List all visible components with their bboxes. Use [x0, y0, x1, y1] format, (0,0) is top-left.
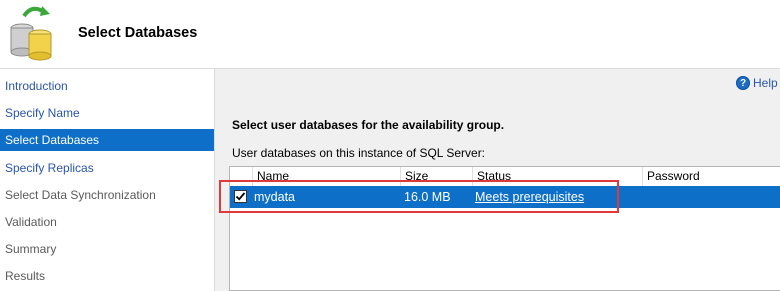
help-button[interactable]: ? Help	[736, 74, 778, 92]
row-name: mydata	[254, 190, 295, 204]
row-status-cell: Meets prerequisites	[475, 186, 584, 208]
nav-item-summary: Summary	[5, 242, 57, 256]
column-header-password[interactable]: Password	[643, 167, 780, 186]
page-title: Select Databases	[78, 25, 198, 41]
grid-header: Name Size Status Password	[230, 167, 780, 187]
wizard-nav: Introduction Specify Name Select Databas…	[0, 69, 215, 291]
nav-item-introduction[interactable]: Introduction	[0, 75, 214, 97]
database-sync-icon	[10, 6, 52, 61]
column-header-name[interactable]: Name	[253, 167, 401, 186]
nav-item-select-data-synchronization: Select Data Synchronization	[5, 188, 156, 202]
column-header-check	[230, 167, 253, 186]
nav-item-validation: Validation	[5, 215, 57, 229]
databases-grid[interactable]: Name Size Status Password mydata 16.0 MB…	[229, 166, 780, 291]
nav-item-select-databases[interactable]: Select Databases	[0, 129, 214, 151]
row-checkbox[interactable]	[234, 190, 247, 203]
column-header-size[interactable]: Size	[401, 167, 473, 186]
checkmark-icon	[235, 192, 246, 201]
row-size: 16.0 MB	[404, 190, 451, 204]
nav-item-results: Results	[5, 269, 46, 283]
help-label: Help	[753, 76, 778, 90]
status-link[interactable]: Meets prerequisites	[475, 190, 584, 204]
table-row[interactable]: mydata 16.0 MB Meets prerequisites	[230, 186, 780, 208]
column-header-status[interactable]: Status	[473, 167, 643, 186]
help-icon: ?	[736, 76, 750, 90]
nav-item-specify-replicas[interactable]: Specify Replicas	[0, 157, 214, 179]
instruction-text: Select user databases for the availabili…	[232, 118, 505, 132]
grid-label: User databases on this instance of SQL S…	[232, 146, 486, 160]
nav-item-specify-name[interactable]: Specify Name	[0, 102, 214, 124]
wizard-header: Select Databases	[0, 0, 780, 69]
